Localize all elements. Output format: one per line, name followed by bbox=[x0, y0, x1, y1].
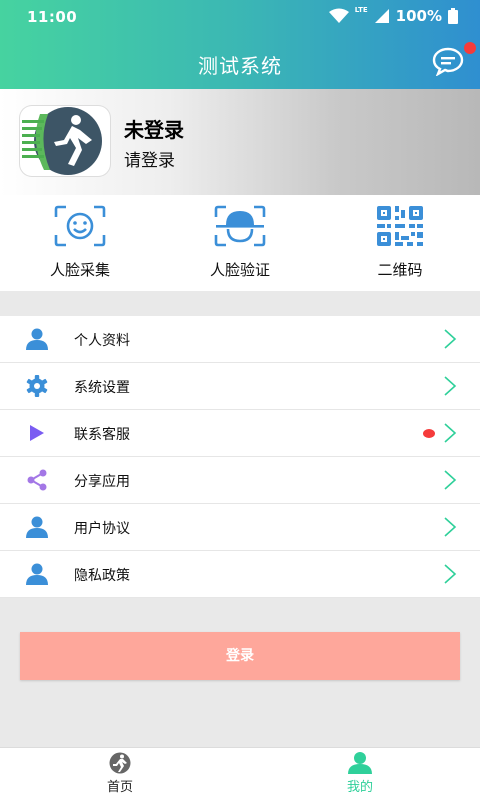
status-time: 11:00 bbox=[27, 8, 78, 26]
tab-label: 首页 bbox=[106, 780, 133, 795]
settings-menu: 个人资料 系统设置 联系客服 分享应用 用户协议 隐私政策 bbox=[0, 316, 480, 598]
person-icon bbox=[26, 328, 48, 350]
person-icon bbox=[348, 752, 372, 774]
menu-item-profile[interactable]: 个人资料 bbox=[0, 316, 480, 363]
action-label: 二维码 bbox=[377, 261, 423, 279]
menu-item-label: 隐私政策 bbox=[74, 568, 130, 584]
profile-card[interactable]: 未登录 请登录 bbox=[0, 89, 480, 195]
play-icon bbox=[30, 425, 44, 441]
chat-bubble-icon[interactable] bbox=[432, 46, 464, 76]
notification-dot bbox=[423, 429, 435, 438]
menu-item-customer-service[interactable]: 联系客服 bbox=[0, 410, 480, 457]
wifi-icon bbox=[328, 8, 349, 23]
face-capture-button[interactable]: 人脸采集 bbox=[20, 205, 140, 285]
action-label: 人脸验证 bbox=[209, 261, 270, 279]
menu-item-user-agreement[interactable]: 用户协议 bbox=[0, 504, 480, 551]
chevron-right-icon bbox=[444, 423, 457, 443]
menu-item-label: 个人资料 bbox=[74, 333, 130, 349]
tab-mine[interactable]: 我的 bbox=[300, 752, 420, 795]
chevron-right-icon bbox=[444, 329, 457, 349]
signal-icon bbox=[374, 9, 389, 23]
profile-name: 未登录 bbox=[124, 118, 184, 142]
login-button[interactable]: 登录 bbox=[20, 632, 460, 680]
top-bar: 11:00 LTE 100% 测试系统 bbox=[0, 0, 480, 89]
person-icon bbox=[26, 563, 48, 585]
menu-item-label: 联系客服 bbox=[74, 427, 130, 443]
battery-level: 100% bbox=[395, 7, 442, 25]
runner-logo-icon bbox=[22, 107, 102, 175]
chevron-right-icon bbox=[444, 564, 457, 584]
menu-item-label: 用户协议 bbox=[74, 521, 130, 537]
notification-dot bbox=[464, 42, 476, 54]
avatar[interactable] bbox=[20, 106, 110, 176]
status-icons: LTE 100% bbox=[328, 6, 458, 25]
battery-icon bbox=[448, 8, 458, 24]
runner-icon bbox=[109, 752, 131, 774]
face-verify-button[interactable]: 人脸验证 bbox=[180, 205, 300, 285]
action-label: 人脸采集 bbox=[49, 261, 110, 279]
profile-subtitle[interactable]: 请登录 bbox=[124, 146, 175, 171]
qr-code-icon bbox=[377, 206, 423, 246]
face-scan-icon bbox=[54, 205, 106, 247]
chevron-right-icon bbox=[444, 470, 457, 490]
network-label: LTE bbox=[354, 6, 368, 14]
tab-label: 我的 bbox=[346, 780, 373, 795]
quick-actions: 人脸采集 人脸验证 二维码 bbox=[0, 195, 480, 291]
face-verify-icon bbox=[214, 205, 266, 247]
person-icon bbox=[26, 516, 48, 538]
chevron-right-icon bbox=[444, 517, 457, 537]
status-bar: 11:00 LTE 100% bbox=[0, 0, 480, 34]
menu-item-share[interactable]: 分享应用 bbox=[0, 457, 480, 504]
qr-code-button[interactable]: 二维码 bbox=[340, 205, 460, 285]
menu-item-label: 分享应用 bbox=[74, 474, 130, 490]
share-icon bbox=[27, 469, 47, 491]
bottom-tab-bar: 首页 我的 bbox=[0, 747, 480, 801]
tab-home[interactable]: 首页 bbox=[60, 752, 180, 795]
chevron-right-icon bbox=[444, 376, 457, 396]
menu-item-settings[interactable]: 系统设置 bbox=[0, 363, 480, 410]
page-title: 测试系统 bbox=[198, 54, 282, 78]
menu-item-label: 系统设置 bbox=[74, 380, 130, 396]
gear-icon bbox=[26, 375, 48, 397]
menu-item-privacy-policy[interactable]: 隐私政策 bbox=[0, 551, 480, 598]
